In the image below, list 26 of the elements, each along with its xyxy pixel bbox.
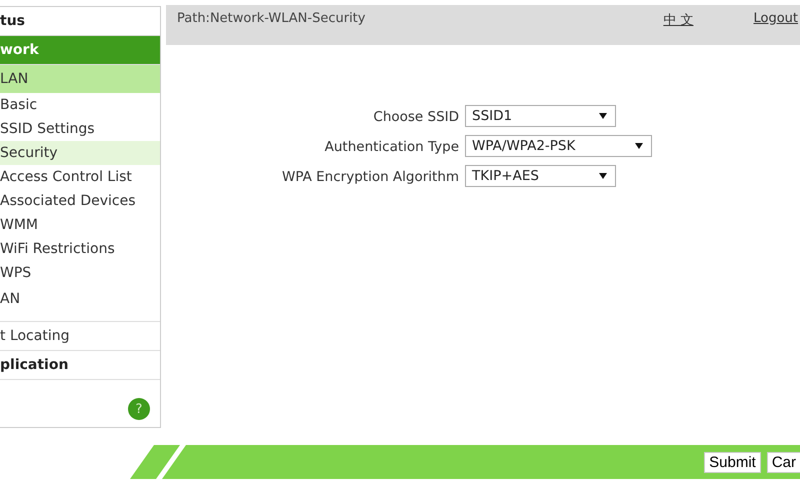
field-label: WPA Encryption Algorithm — [282, 168, 460, 187]
submenu-item[interactable]: SSID Settings — [0, 117, 160, 141]
select-field[interactable]: TKIP+AES — [465, 165, 616, 187]
menu-item[interactable]: t Locating — [0, 322, 160, 351]
dropdown-arrow-icon — [599, 113, 608, 119]
submenu-item[interactable]: WPS — [0, 261, 160, 285]
select-field[interactable]: SSID1 — [465, 105, 616, 127]
field-label: Choose SSID — [372, 108, 460, 127]
menu-item[interactable]: work — [0, 36, 160, 65]
submenu-item[interactable]: Access Control List — [0, 165, 160, 189]
submenu-item[interactable]: Associated Devices — [0, 189, 160, 213]
field-label: Authentication Type — [324, 138, 460, 157]
submenu-item[interactable]: Basic — [0, 93, 160, 117]
language-link[interactable]: 中 文 — [663, 11, 694, 29]
breadcrumb-path: Path:Network-WLAN-Security — [177, 11, 366, 26]
form-button[interactable]: Submit — [704, 452, 761, 472]
logout-link[interactable]: Logout — [753, 11, 798, 26]
submenu-item[interactable]: LAN — [0, 65, 160, 93]
form-button[interactable]: Car — [766, 452, 800, 472]
select-field[interactable]: WPA/WPA2-PSK — [465, 135, 652, 157]
submenu-item[interactable]: Security — [0, 141, 160, 165]
submenu-item[interactable]: WMM — [0, 213, 160, 237]
dropdown-arrow-icon — [635, 143, 644, 149]
submenu-item[interactable]: WiFi Restrictions — [0, 237, 160, 261]
dropdown-arrow-icon — [599, 173, 608, 179]
menu-item[interactable]: plication — [0, 351, 160, 380]
